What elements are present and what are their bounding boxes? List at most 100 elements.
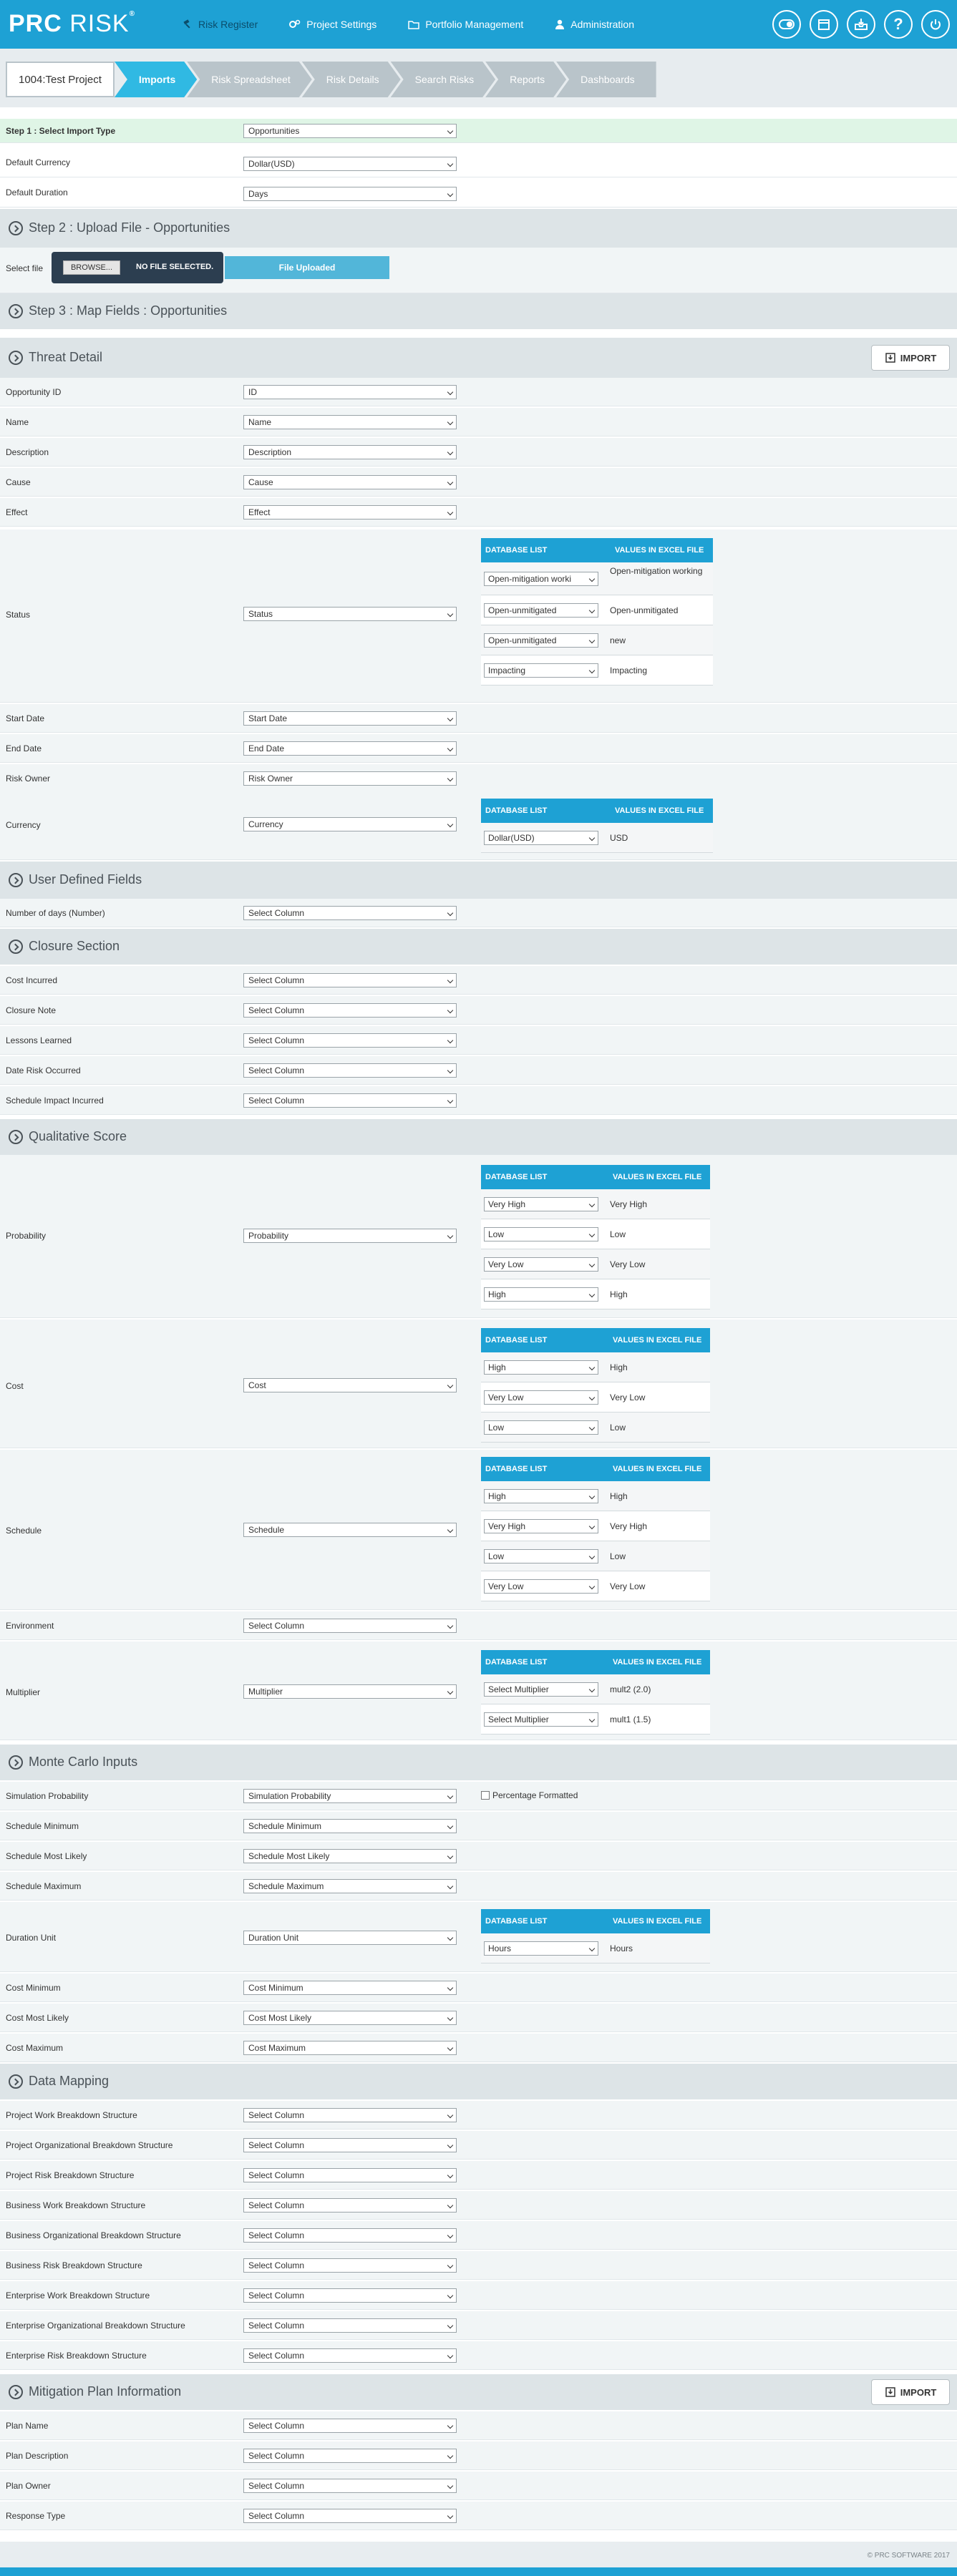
field-select[interactable]: Select Column <box>243 2449 457 2463</box>
db-value-select[interactable]: Very High <box>484 1519 598 1533</box>
qualitative-header[interactable]: Qualitative Score <box>0 1119 957 1155</box>
nav-administration[interactable]: Administration <box>555 19 634 30</box>
field-select[interactable]: Select Column <box>243 2228 457 2243</box>
db-value-select[interactable]: Very Low <box>484 1579 598 1594</box>
duration-unit-select[interactable]: Duration Unit <box>243 1931 457 1945</box>
field-select[interactable]: Schedule Most Likely <box>243 1849 457 1863</box>
db-value-select[interactable]: Open-mitigation worki <box>484 572 598 586</box>
default-duration-select[interactable]: Days <box>243 187 457 201</box>
tab-reports[interactable]: Reports <box>485 62 566 97</box>
db-value-select[interactable]: Dollar(USD) <box>484 831 598 845</box>
nav-project-settings[interactable]: Project Settings <box>289 19 377 30</box>
simulation-select[interactable]: Simulation Probability <box>243 1789 457 1803</box>
field-select[interactable]: Schedule Maximum <box>243 1879 457 1893</box>
nav-risk-register[interactable]: Risk Register <box>183 19 258 30</box>
project-crumb[interactable]: 1004:Test Project <box>6 62 115 97</box>
mitigation-header[interactable]: Mitigation Plan Information IMPORT <box>0 2374 957 2410</box>
tab-risk-details[interactable]: Risk Details <box>302 62 401 97</box>
cost-select[interactable]: Cost <box>243 1378 457 1392</box>
field-select[interactable]: Select Column <box>243 1033 457 1048</box>
field-select[interactable]: Select Column <box>243 2479 457 2493</box>
toggle-icon[interactable] <box>772 10 801 39</box>
step3-header[interactable]: Step 3 : Map Fields : Opportunities <box>0 293 957 329</box>
field-select[interactable]: Effect <box>243 505 457 519</box>
field-select[interactable]: Select Column <box>243 2288 457 2303</box>
field-select[interactable]: Select Column <box>243 1063 457 1078</box>
db-value-select[interactable]: High <box>484 1287 598 1302</box>
import-button[interactable]: IMPORT <box>871 2379 950 2405</box>
field-select[interactable]: Description <box>243 445 457 459</box>
db-value-select[interactable]: Select Multiplier <box>484 1712 598 1727</box>
field-select[interactable]: Name <box>243 415 457 429</box>
field-select[interactable]: Cost Most Likely <box>243 2011 457 2025</box>
checkbox-box[interactable] <box>481 1791 490 1800</box>
percentage-formatted-checkbox[interactable]: Percentage Formatted <box>481 1790 578 1800</box>
field-select[interactable]: Select Column <box>243 1093 457 1108</box>
field-select[interactable]: Select Column <box>243 2198 457 2212</box>
inbox-icon[interactable] <box>847 10 875 39</box>
field-select[interactable]: Select Column <box>243 2419 457 2433</box>
db-list-header: DATABASE LIST <box>485 1658 548 1667</box>
schedule-select[interactable]: Schedule <box>243 1523 457 1537</box>
udf-header[interactable]: User Defined Fields <box>0 862 957 899</box>
browse-button[interactable]: BROWSE... <box>63 260 120 275</box>
closure-header[interactable]: Closure Section <box>0 929 957 965</box>
db-value-select[interactable]: High <box>484 1360 598 1375</box>
currency-select[interactable]: Currency <box>243 817 457 831</box>
nav-portfolio-management[interactable]: Portfolio Management <box>408 19 523 30</box>
calendar-icon[interactable] <box>810 10 838 39</box>
monte-carlo-header[interactable]: Monte Carlo Inputs <box>0 1745 957 1780</box>
probability-select[interactable]: Probability <box>243 1229 457 1243</box>
db-value-select[interactable]: Very Low <box>484 1390 598 1405</box>
field-select[interactable]: Risk Owner <box>243 771 457 786</box>
db-value-select[interactable]: Low <box>484 1549 598 1563</box>
power-icon[interactable] <box>921 10 950 39</box>
tab-dashboards[interactable]: Dashboards <box>556 62 656 97</box>
default-currency-select[interactable]: Dollar(USD) <box>243 157 457 171</box>
field-select[interactable]: End Date <box>243 741 457 756</box>
field-select[interactable]: Start Date <box>243 711 457 726</box>
tab-search-risks[interactable]: Search Risks <box>391 62 495 97</box>
environment-select[interactable]: Select Column <box>243 1619 457 1633</box>
tab-risk-spreadsheet[interactable]: Risk Spreadsheet <box>187 62 312 97</box>
db-value-select[interactable]: Very High <box>484 1197 598 1211</box>
field-select[interactable]: Select Column <box>243 906 457 920</box>
field-select[interactable]: Cost Minimum <box>243 1981 457 1995</box>
db-value-select[interactable]: Open-unmitigated <box>484 633 598 648</box>
db-value-select[interactable]: Low <box>484 1227 598 1241</box>
multiplier-select[interactable]: Multiplier <box>243 1684 457 1699</box>
form-row: Project Risk Breakdown Structure Select C… <box>0 2161 957 2190</box>
threat-header[interactable]: Threat Detail IMPORT <box>0 338 957 378</box>
field-select[interactable]: Cost Maximum <box>243 2041 457 2055</box>
tab-imports[interactable]: Imports <box>115 62 197 97</box>
app-logo[interactable]: PRC RISK® <box>9 10 135 38</box>
db-value-select[interactable]: Impacting <box>484 663 598 678</box>
db-value-select[interactable]: Hours <box>484 1941 598 1956</box>
db-value-select[interactable]: Select Multiplier <box>484 1682 598 1697</box>
field-select[interactable]: Select Column <box>243 973 457 987</box>
field-select[interactable]: Select Column <box>243 2258 457 2273</box>
db-value-select[interactable]: High <box>484 1489 598 1503</box>
field-select[interactable]: Schedule Minimum <box>243 1819 457 1833</box>
file-picker[interactable]: BROWSE... NO FILE SELECTED. <box>52 252 223 283</box>
step2-header[interactable]: Step 2 : Upload File - Opportunities <box>0 209 957 248</box>
db-value-select[interactable]: Very Low <box>484 1257 598 1272</box>
field-select[interactable]: Select Column <box>243 2108 457 2122</box>
field-select[interactable]: ID <box>243 385 457 399</box>
field-select[interactable]: Select Column <box>243 2509 457 2523</box>
status-select[interactable]: Status <box>243 607 457 621</box>
import-button[interactable]: IMPORT <box>871 345 950 371</box>
excel-value: Hours <box>610 1943 633 1953</box>
field-select[interactable]: Select Column <box>243 2348 457 2363</box>
db-value-select[interactable]: Open-unmitigated <box>484 603 598 618</box>
field-select[interactable]: Select Column <box>243 2318 457 2333</box>
field-select[interactable]: Select Column <box>243 2168 457 2182</box>
field-select[interactable]: Cause <box>243 475 457 489</box>
db-value-select[interactable]: Low <box>484 1420 598 1435</box>
field-select[interactable]: Select Column <box>243 1003 457 1018</box>
data-mapping-header[interactable]: Data Mapping <box>0 2064 957 2099</box>
import-type-select[interactable]: Opportunities <box>243 124 457 138</box>
help-icon[interactable]: ? <box>884 10 913 39</box>
file-uploaded-button[interactable]: File Uploaded <box>225 256 389 279</box>
field-select[interactable]: Select Column <box>243 2138 457 2152</box>
